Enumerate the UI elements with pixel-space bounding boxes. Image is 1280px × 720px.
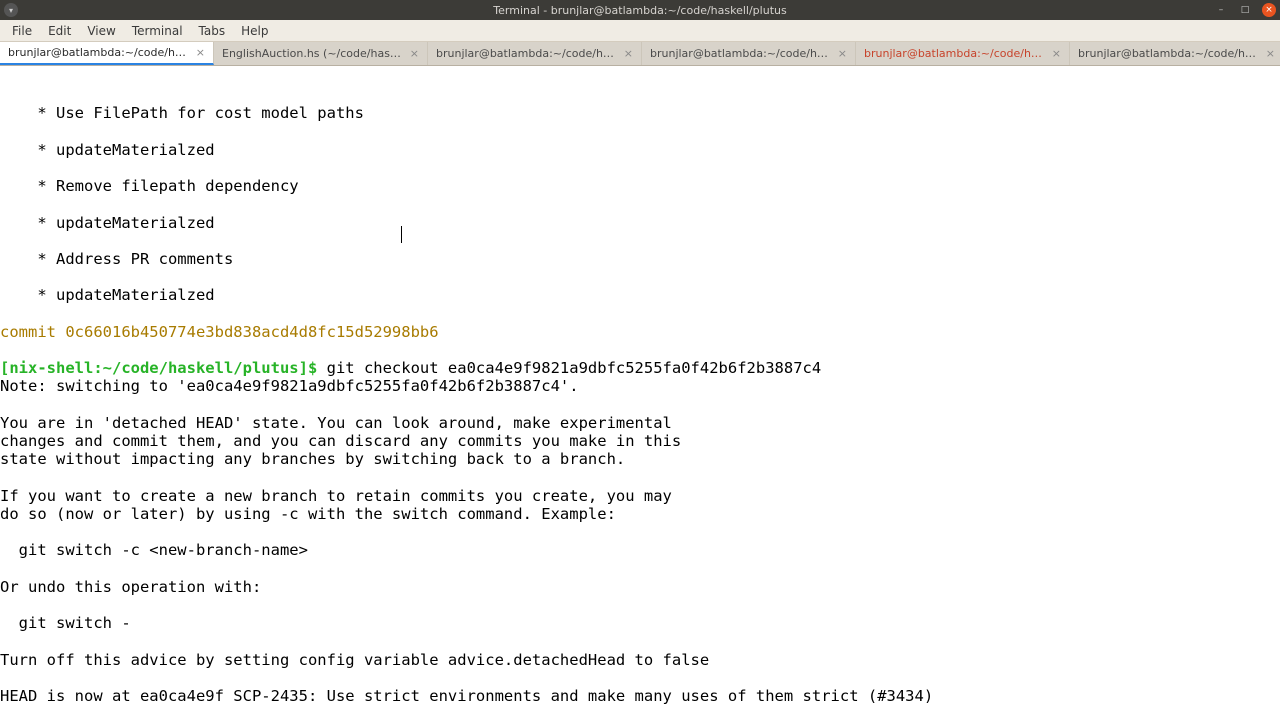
terminal-output[interactable]: * Use FilePath for cost model paths * up…	[0, 66, 1280, 720]
menu-tabs[interactable]: Tabs	[191, 22, 234, 40]
menu-edit[interactable]: Edit	[40, 22, 79, 40]
app-icon: ▾	[4, 3, 18, 17]
commit-hash-line: commit 0c66016b450774e3bd838acd4d8fc15d5…	[0, 323, 439, 341]
terminal-tab[interactable]: brunjlar@batlambda:~/code/haskell... ×	[642, 42, 856, 65]
menu-file[interactable]: File	[4, 22, 40, 40]
close-icon[interactable]: ×	[410, 47, 419, 60]
minimize-button[interactable]: –	[1214, 3, 1228, 17]
git-output: Note: switching to 'ea0ca4e9f9821a9dbfc5…	[0, 377, 933, 704]
tab-label: EnglishAuction.hs (~/code/haskell/p...	[222, 47, 404, 60]
terminal-tab[interactable]: brunjlar@batlambda:~/code/haskell... ×	[428, 42, 642, 65]
maximize-button[interactable]: □	[1238, 3, 1252, 17]
window-titlebar: ▾ Terminal - brunjlar@batlambda:~/code/h…	[0, 0, 1280, 20]
menu-terminal[interactable]: Terminal	[124, 22, 191, 40]
tab-label: brunjlar@batlambda:~/code/haskel...	[8, 46, 190, 59]
tab-label: brunjlar@batlambda:~/code/haskell...	[1078, 47, 1260, 60]
menu-help[interactable]: Help	[233, 22, 276, 40]
close-icon[interactable]: ×	[1266, 47, 1275, 60]
tab-bar: brunjlar@batlambda:~/code/haskel... × En…	[0, 42, 1280, 66]
window-title: Terminal - brunjlar@batlambda:~/code/has…	[493, 4, 786, 17]
shell-prompt: [nix-shell:~/code/haskell/plutus]$	[0, 359, 317, 377]
close-icon[interactable]: ×	[1052, 47, 1061, 60]
close-button[interactable]: ×	[1262, 3, 1276, 17]
terminal-tab[interactable]: brunjlar@batlambda:~/code/haskell... ×	[856, 42, 1070, 65]
tab-label: brunjlar@batlambda:~/code/haskell...	[650, 47, 832, 60]
menu-view[interactable]: View	[79, 22, 123, 40]
tab-label: brunjlar@batlambda:~/code/haskell...	[864, 47, 1046, 60]
close-icon[interactable]: ×	[624, 47, 633, 60]
terminal-tab[interactable]: EnglishAuction.hs (~/code/haskell/p... ×	[214, 42, 428, 65]
terminal-tab[interactable]: brunjlar@batlambda:~/code/haskel... ×	[0, 42, 214, 65]
close-icon[interactable]: ×	[838, 47, 847, 60]
terminal-tab[interactable]: brunjlar@batlambda:~/code/haskell... ×	[1070, 42, 1280, 65]
shell-command: git checkout ea0ca4e9f9821a9dbfc5255fa0f…	[317, 359, 821, 377]
close-icon[interactable]: ×	[196, 46, 205, 59]
tab-label: brunjlar@batlambda:~/code/haskell...	[436, 47, 618, 60]
git-log-lines: * Use FilePath for cost model paths * up…	[0, 104, 364, 304]
text-caret	[401, 226, 402, 243]
menubar: File Edit View Terminal Tabs Help	[0, 20, 1280, 42]
